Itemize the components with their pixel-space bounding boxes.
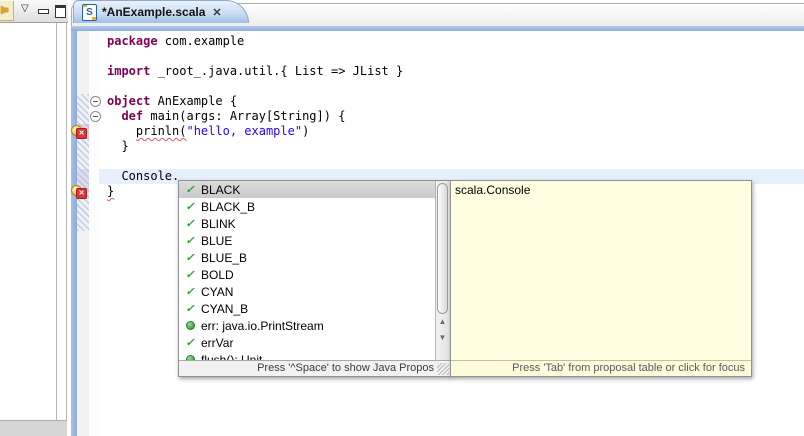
proposal-item[interactable]: ✓ BLINK (179, 215, 450, 232)
minimize-view-icon[interactable] (38, 9, 49, 14)
val-icon: ✓ (184, 268, 196, 281)
proposal-label: BLACK_B (201, 200, 255, 214)
panel-scrollbar-track[interactable] (56, 23, 67, 436)
val-icon: ✓ (184, 183, 196, 196)
proposal-status-text: Press '^Space' to show Java Propos (179, 360, 450, 376)
doc-status-text: Press 'Tab' from proposal table or click… (451, 360, 751, 376)
gold-arrow-icon (1, 6, 9, 14)
left-view-panel: ▽ (0, 0, 69, 436)
range-indicator (77, 94, 89, 231)
code-line[interactable] (99, 79, 804, 94)
error-quickfix-icon[interactable]: ✕ (71, 185, 87, 199)
proposal-label: BLACK (201, 183, 240, 197)
proposal-label: err: java.io.PrintStream (201, 319, 324, 333)
scrollbar-thumb[interactable] (437, 183, 448, 314)
val-icon: ✓ (184, 234, 196, 247)
proposal-item[interactable]: ✓ BLUE (179, 232, 450, 249)
val-icon: ✓ (184, 285, 196, 298)
proposal-item[interactable]: ✓ BLACK_B (179, 198, 450, 215)
proposal-item[interactable]: ✓ BLUE_B (179, 249, 450, 266)
code-line[interactable]: prinln("hello, example") (99, 124, 804, 139)
code-lines[interactable]: package com.example import _root_.java.ut… (99, 34, 804, 199)
code-line[interactable]: object AnExample { (99, 94, 804, 109)
proposal-item[interactable]: ✓ errVar (179, 334, 450, 351)
proposal-item[interactable]: ✓ BLACK (179, 181, 450, 198)
code-line[interactable] (99, 49, 804, 64)
eclipse-workbench: ▽ S *AnExample.scala ✕ package com.examp… (0, 0, 804, 436)
tab-title: *AnExample.scala (102, 5, 205, 19)
error-quickfix-icon[interactable]: ✕ (71, 125, 87, 139)
proposal-label: CYAN_B (201, 302, 248, 316)
scroll-up-icon[interactable]: ▲ (436, 315, 449, 329)
code-line[interactable]: package com.example (99, 34, 804, 49)
doc-title: scala.Console (455, 183, 530, 197)
code-line[interactable]: def main(args: Array[String]) { (99, 109, 804, 124)
proposal-item[interactable]: ✓ CYAN_B (179, 300, 450, 317)
proposal-label: BLUE (201, 234, 232, 248)
left-view-toolbar: ▽ (0, 0, 68, 23)
method-icon (186, 321, 195, 330)
link-with-editor-button[interactable] (0, 1, 14, 21)
proposal-label: CYAN (201, 285, 233, 299)
scala-file-icon: S (82, 4, 97, 21)
proposal-item[interactable]: ✓ BOLD (179, 266, 450, 283)
resize-grip-icon[interactable] (437, 363, 449, 375)
folding-column (89, 31, 99, 436)
proposal-item[interactable]: ✓ CYAN (179, 283, 450, 300)
tab-close-icon[interactable]: ✕ (212, 6, 221, 19)
val-icon: ✓ (184, 217, 196, 230)
editor-tab-anexample[interactable]: S *AnExample.scala ✕ (73, 0, 249, 23)
val-icon: ✓ (184, 251, 196, 264)
error-x-icon: ✕ (76, 188, 87, 199)
doc-popup[interactable]: scala.Console Press 'Tab' from proposal … (450, 180, 752, 377)
proposal-label: BLUE_B (201, 251, 247, 265)
scroll-down-icon[interactable]: ▼ (436, 331, 449, 345)
code-line[interactable] (99, 154, 804, 169)
code-line[interactable]: import _root_.java.util.{ List => JList … (99, 64, 804, 79)
val-icon: ✓ (184, 200, 196, 213)
proposal-label: errVar (201, 336, 233, 350)
proposal-label: BOLD (201, 268, 234, 282)
proposal-item[interactable]: err: java.io.PrintStream (179, 317, 450, 334)
proposal-list[interactable]: ✓ BLACK ✓ BLACK_B ✓ BLINK ✓ BLUE ✓ BLUE_B ✓ BOLD ✓ CY… (179, 181, 450, 361)
proposal-label: BLINK (201, 217, 236, 231)
maximize-view-icon[interactable] (55, 5, 66, 18)
val-icon: ✓ (184, 336, 196, 349)
proposal-scrollbar[interactable]: ▲ ▼ (435, 181, 450, 361)
completion-popup: ✓ BLACK ✓ BLACK_B ✓ BLINK ✓ BLUE ✓ BLUE_B ✓ BOLD ✓ CY… (178, 180, 451, 377)
val-icon: ✓ (184, 302, 196, 315)
panel-footer-bar (0, 420, 67, 436)
code-line[interactable]: } (99, 139, 804, 154)
error-x-icon: ✕ (76, 128, 87, 139)
view-menu-icon[interactable]: ▽ (21, 3, 29, 14)
